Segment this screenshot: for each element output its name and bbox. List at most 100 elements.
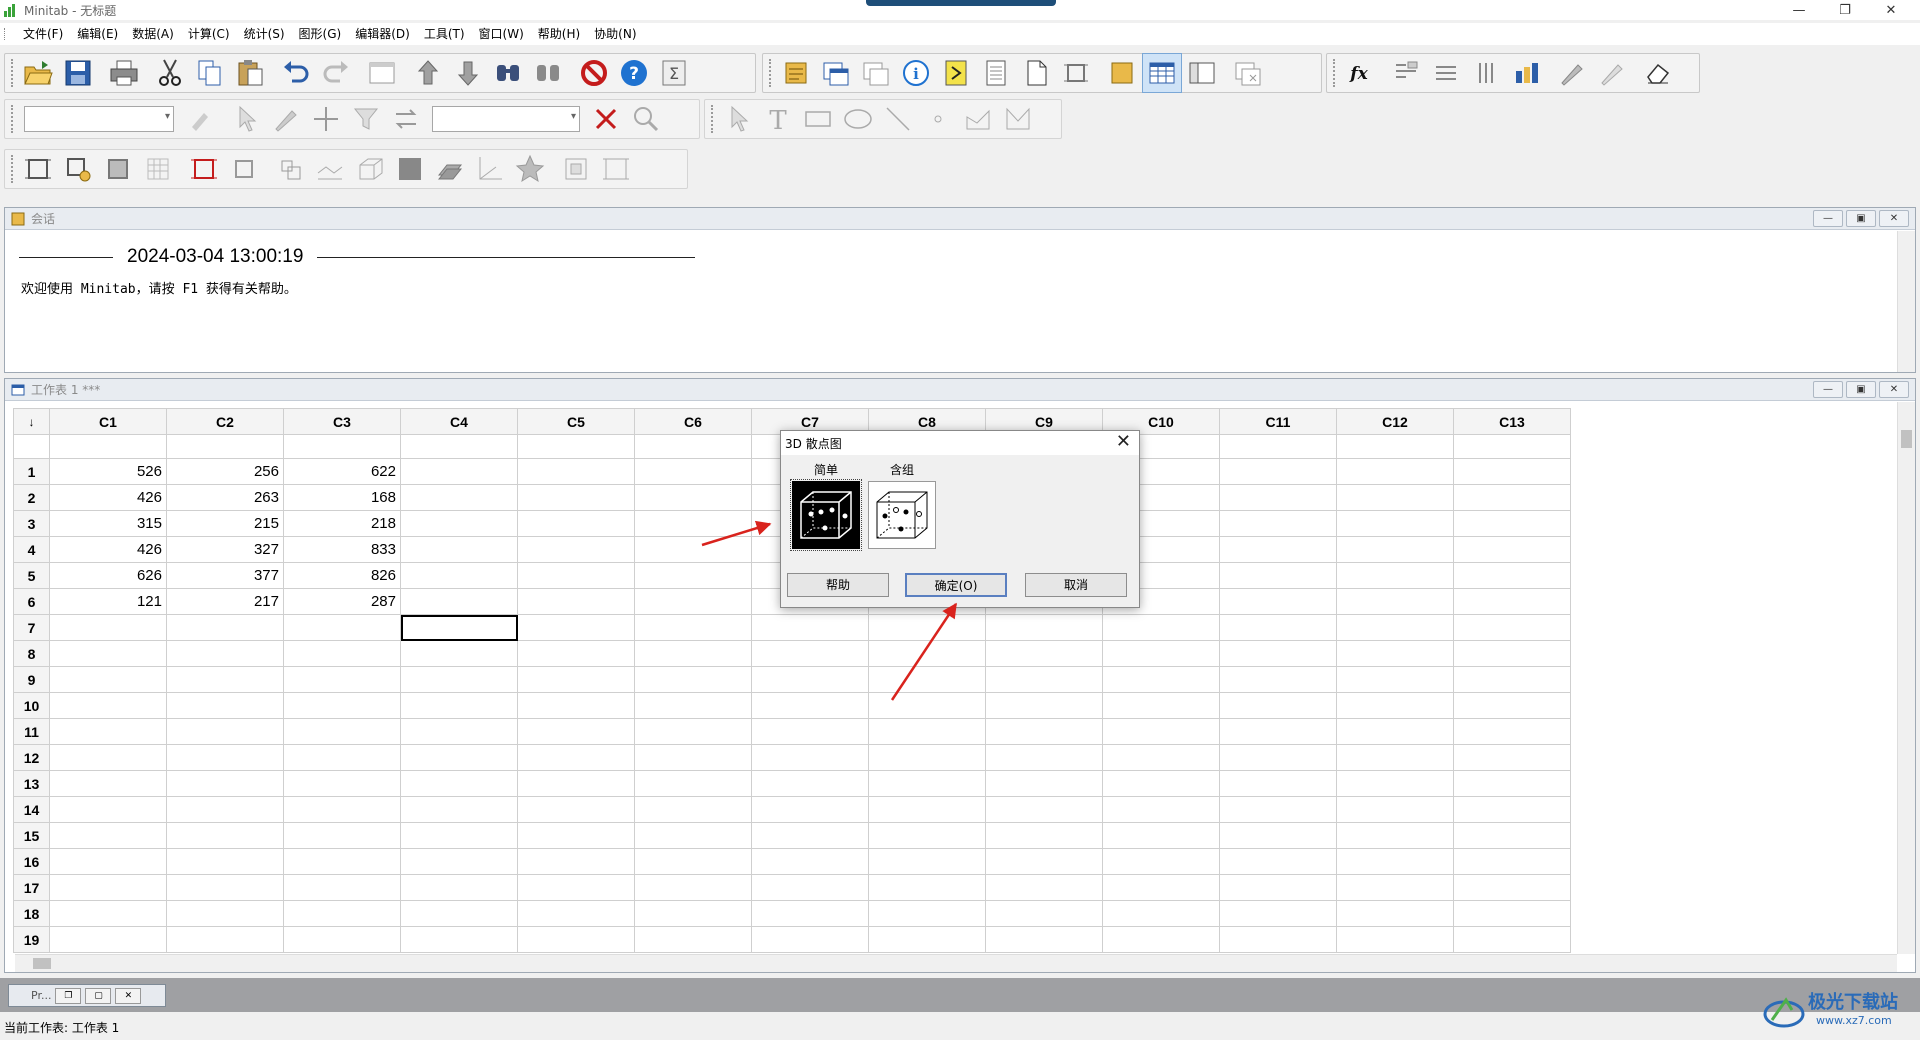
menu-data[interactable]: 数据(A) [125,23,181,45]
minimized-maximize-button[interactable]: ▢ [85,987,112,1004]
grid-cell[interactable] [166,692,284,719]
grid-cell[interactable] [868,848,986,875]
grid-cell[interactable]: 168 [283,484,401,511]
grid-cell[interactable] [868,744,986,771]
grid-cell[interactable] [985,770,1103,797]
replace-icon[interactable] [528,53,568,93]
grid-cell[interactable] [1219,718,1337,745]
grid-cell[interactable] [283,666,401,693]
select-pointer-icon[interactable] [226,99,266,139]
menu-calc[interactable]: 计算(C) [181,23,237,45]
grid-cell[interactable] [400,744,518,771]
session-window-icon[interactable] [776,53,816,93]
column-name-cell[interactable] [400,434,518,459]
grid-cell[interactable] [1336,536,1454,563]
grid-cell[interactable]: 626 [49,562,167,589]
grid-cell[interactable] [634,900,752,927]
grid-cell[interactable] [283,848,401,875]
row-header[interactable]: 7 [13,614,50,641]
grid-cell[interactable] [634,874,752,901]
row-header[interactable]: 3 [13,510,50,537]
grid-cell[interactable]: 256 [166,458,284,485]
menu-stat[interactable]: 统计(S) [237,23,292,45]
grid-cell[interactable] [166,614,284,641]
grid-cell[interactable] [49,874,167,901]
rotate-icon[interactable] [270,149,310,189]
grid-cell[interactable] [634,848,752,875]
grid-cell[interactable] [400,484,518,511]
grid-cell[interactable] [1336,510,1454,537]
red-frame-icon[interactable] [184,149,224,189]
grid-cell[interactable] [1219,666,1337,693]
grid-cell[interactable] [985,900,1103,927]
grid-cell[interactable] [400,770,518,797]
column-header[interactable]: C4 [400,408,518,435]
grid-cell[interactable] [868,770,986,797]
frame-light-icon[interactable] [224,149,264,189]
worksheet-vscroll-thumb[interactable] [1901,430,1912,448]
polyline-tool-icon[interactable] [958,99,998,139]
copy-icon[interactable] [190,53,230,93]
save-icon[interactable] [58,53,98,93]
move-up-icon[interactable] [408,53,448,93]
column-header[interactable]: C6 [634,408,752,435]
menu-assist[interactable]: 协助(N) [587,23,643,45]
redo-icon[interactable] [316,53,356,93]
frame-fill-icon[interactable] [98,149,138,189]
stat-guide-icon[interactable]: Σ [654,53,694,93]
grid-cell[interactable] [751,874,869,901]
undo-icon[interactable] [276,53,316,93]
grid-cell[interactable] [49,848,167,875]
grid-cell[interactable] [634,770,752,797]
help-icon[interactable]: ? [614,53,654,93]
grid-cell[interactable] [1453,536,1571,563]
row-header[interactable]: 15 [13,822,50,849]
zoom-frame-icon[interactable] [556,149,596,189]
grid-cell[interactable]: 327 [166,536,284,563]
session-minimize-button[interactable]: — [1813,210,1843,227]
column-name-cell[interactable] [1219,434,1337,459]
grid-cell[interactable] [166,796,284,823]
insert-columns-icon[interactable] [1466,53,1506,93]
grid-cell[interactable] [868,666,986,693]
grid-cell[interactable] [1336,666,1454,693]
grid-cell[interactable] [400,640,518,667]
grid-cell[interactable] [1102,692,1220,719]
grid-cell[interactable] [1219,900,1337,927]
grid-cell[interactable] [1219,822,1337,849]
menu-window[interactable]: 窗口(W) [472,23,531,45]
grid-cell[interactable] [1219,536,1337,563]
grid-cell[interactable] [400,874,518,901]
design-icon[interactable] [1056,53,1096,93]
grid-cell[interactable] [49,614,167,641]
report-pad-icon[interactable] [976,53,1016,93]
grid-cell[interactable] [1336,796,1454,823]
grid-cell[interactable] [1336,458,1454,485]
row-header[interactable]: 4 [13,536,50,563]
session-close-button[interactable]: ✕ [1879,210,1909,227]
find-icon[interactable] [488,53,528,93]
grid-cell[interactable] [634,692,752,719]
grid-cell[interactable] [1336,926,1454,953]
grid-cell[interactable] [1102,926,1220,953]
column-name-cell[interactable] [517,434,635,459]
related-docs-icon[interactable] [1016,53,1056,93]
grid-cell[interactable] [400,900,518,927]
column-header[interactable]: C3 [283,408,401,435]
grid-cell[interactable] [868,926,986,953]
column-name-cell[interactable] [1453,434,1571,459]
session-maximize-button[interactable]: ▣ [1846,210,1876,227]
grid-cell[interactable] [166,640,284,667]
grid-cell[interactable] [1219,744,1337,771]
grid-cell[interactable] [1102,848,1220,875]
restore-button[interactable]: ❐ [1822,0,1868,20]
close-all-graphs-icon[interactable] [1228,53,1268,93]
session-scrollbar[interactable] [1897,231,1915,372]
grid-cell[interactable] [49,770,167,797]
marker-tool-icon[interactable] [918,99,958,139]
grid-cell[interactable] [1219,640,1337,667]
grid-cell[interactable] [517,510,635,537]
grid-cell[interactable] [283,770,401,797]
grid-cell[interactable] [751,640,869,667]
grid-cell[interactable] [1219,484,1337,511]
